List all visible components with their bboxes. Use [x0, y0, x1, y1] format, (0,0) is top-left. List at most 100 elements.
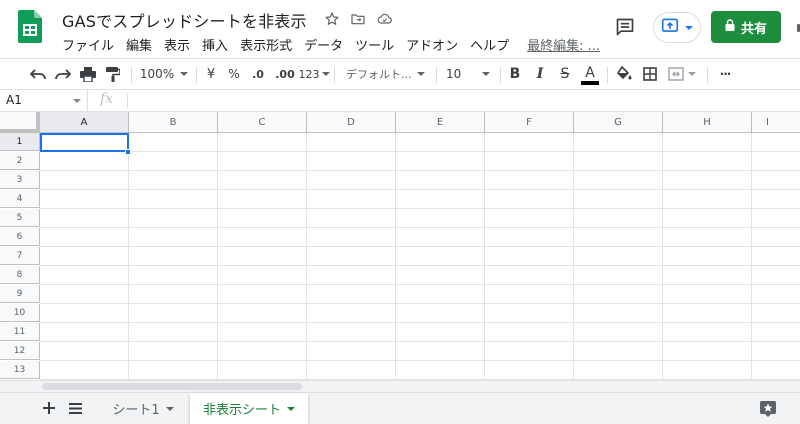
chevron-down-icon [287, 406, 295, 411]
select-all-corner[interactable] [0, 112, 40, 133]
fx-icon: fx [100, 91, 114, 107]
increase-decimal-label: .00 [275, 67, 295, 81]
menu-data[interactable]: データ [304, 35, 343, 54]
menu-tools[interactable]: ツール [355, 35, 394, 54]
last-edit-link[interactable]: 最終編集: ... [527, 35, 600, 54]
paint-format-icon[interactable] [101, 59, 125, 89]
print-icon[interactable] [76, 59, 100, 89]
spreadsheet-grid[interactable]: A B C D E F G H I 1 2 3 4 5 6 7 8 9 10 1… [0, 112, 800, 380]
row-header-1[interactable]: 1 [0, 133, 40, 151]
chevron-down-icon [416, 72, 425, 76]
share-button[interactable]: 共有 [711, 11, 781, 43]
star-icon[interactable] [322, 9, 342, 29]
row-header-5[interactable]: 5 [0, 209, 40, 227]
chevron-down-icon [482, 72, 490, 76]
document-title[interactable]: GASでスプレッドシートを非表示 [62, 8, 307, 32]
font-size-select[interactable]: 10 [440, 59, 496, 89]
grid-line [40, 322, 800, 323]
row-header-13[interactable]: 13 [0, 361, 40, 379]
sheet-tab-1[interactable]: シート1 [103, 393, 183, 424]
active-cell-a1[interactable] [40, 133, 129, 152]
comment-icon[interactable] [612, 14, 638, 40]
row-header-8[interactable]: 8 [0, 266, 40, 284]
column-header-h[interactable]: H [663, 112, 752, 133]
menu-addons[interactable]: アドオン [406, 35, 458, 54]
menu-bar: ファイル 編集 表示 挿入 表示形式 データ ツール アドオン ヘルプ 最終編集… [62, 35, 600, 54]
row-header-7[interactable]: 7 [0, 247, 40, 265]
row-header-10[interactable]: 10 [0, 304, 40, 322]
present-button[interactable] [653, 12, 701, 43]
decrease-decimal-button[interactable]: .0 [245, 59, 271, 89]
column-header-g[interactable]: G [574, 112, 663, 133]
grid-line [40, 246, 800, 247]
grid-line [40, 189, 800, 190]
title-actions [322, 9, 394, 29]
more-tools-button[interactable]: ··· [712, 59, 738, 89]
present-icon [661, 18, 679, 38]
row-header-3[interactable]: 3 [0, 171, 40, 189]
decrease-decimal-label: .0 [252, 67, 264, 81]
sheets-logo-icon[interactable] [18, 10, 42, 43]
undo-icon[interactable] [26, 59, 50, 89]
merge-cells-icon[interactable] [664, 59, 700, 89]
move-to-folder-icon[interactable] [348, 9, 368, 29]
column-header-f[interactable]: F [485, 112, 574, 133]
app-header: GASでスプレッドシートを非表示 ファイル 編集 表示 挿入 表示形式 データ … [0, 0, 800, 58]
column-header-i[interactable]: I [752, 112, 800, 133]
redo-icon[interactable] [51, 59, 75, 89]
row-header-9[interactable]: 9 [0, 285, 40, 303]
cloud-status-icon[interactable] [374, 9, 394, 29]
formula-divider [127, 93, 128, 108]
zoom-value: 100% [139, 67, 175, 81]
italic-button[interactable]: I [529, 59, 551, 89]
sheet-tabs-bar: シート1 非表示シート [0, 392, 800, 424]
toolbar-divider [334, 67, 335, 83]
add-sheet-icon[interactable] [40, 399, 58, 417]
borders-icon[interactable] [638, 59, 662, 89]
horizontal-scrollbar-thumb[interactable] [42, 383, 302, 390]
menu-format[interactable]: 表示形式 [240, 35, 292, 54]
row-header-11[interactable]: 11 [0, 323, 40, 341]
explore-icon[interactable] [758, 400, 778, 418]
font-family-select[interactable]: デフォルト... [340, 59, 430, 89]
toolbar-divider [436, 67, 437, 83]
row-header-2[interactable]: 2 [0, 152, 40, 170]
name-box[interactable]: A1 [0, 90, 88, 111]
sheet-tab-label: 非表示シート [202, 403, 281, 418]
fill-handle[interactable] [125, 149, 131, 155]
row-header-12[interactable]: 12 [0, 342, 40, 360]
toolbar-divider [707, 67, 708, 83]
menu-file[interactable]: ファイル [62, 35, 114, 54]
column-header-c[interactable]: C [218, 112, 307, 133]
chevron-down-icon [180, 72, 189, 76]
strikethrough-button[interactable]: S [554, 59, 576, 89]
toolbar: 100% ¥ % .0 .00 123 デフォルト... 10 B I S A … [0, 58, 800, 90]
fill-color-icon[interactable] [612, 59, 636, 89]
percent-format-button[interactable]: % [224, 59, 244, 89]
font-size-value: 10 [446, 67, 462, 81]
grid-line [40, 265, 800, 266]
menu-view[interactable]: 表示 [164, 35, 190, 54]
menu-edit[interactable]: 編集 [126, 35, 152, 54]
text-color-swatch [581, 80, 599, 85]
zoom-select[interactable]: 100% [138, 59, 190, 89]
menu-insert[interactable]: 挿入 [202, 35, 228, 54]
all-sheets-icon[interactable] [66, 399, 84, 417]
currency-format-button[interactable]: ¥ [200, 59, 222, 89]
column-header-a[interactable]: A [40, 112, 129, 133]
text-color-button[interactable]: A [578, 59, 602, 89]
more-formats-select[interactable]: 123 [298, 59, 330, 89]
chevron-down-icon [165, 406, 174, 411]
column-header-e[interactable]: E [396, 112, 485, 133]
bold-button[interactable]: B [504, 59, 526, 89]
grid-line [40, 208, 800, 209]
column-header-b[interactable]: B [129, 112, 218, 133]
increase-decimal-button[interactable]: .00 [272, 59, 298, 89]
row-header-6[interactable]: 6 [0, 228, 40, 246]
menu-help[interactable]: ヘルプ [470, 35, 509, 54]
formula-input[interactable] [132, 91, 792, 110]
column-header-d[interactable]: D [307, 112, 396, 133]
sheet-tab-hidden[interactable]: 非表示シート [190, 393, 308, 424]
row-header-4[interactable]: 4 [0, 190, 40, 208]
more-formats-label: 123 [298, 67, 320, 81]
